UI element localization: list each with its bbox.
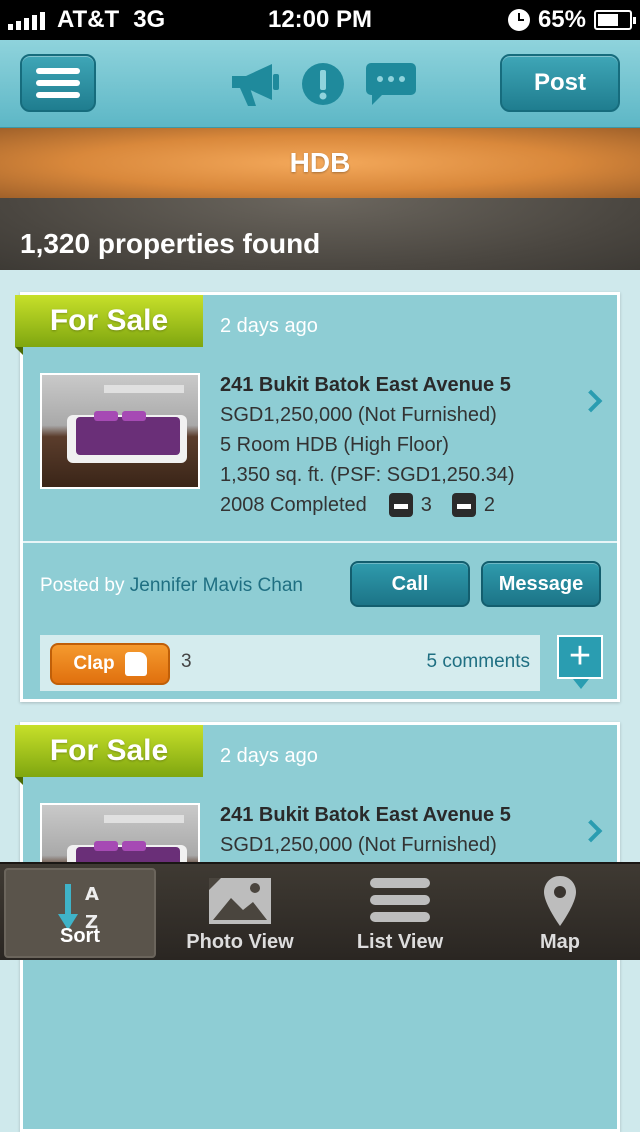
listing-address: 241 Bukit Batok East Avenue 5 (220, 804, 511, 826)
status-ribbon: For Sale (15, 295, 203, 355)
posted-by-label: Posted by (40, 575, 125, 596)
svg-text:A: A (85, 884, 99, 905)
tab-label: Photo View (186, 931, 294, 953)
tab-label: List View (356, 931, 444, 953)
listing-card[interactable]: For Sale 2 days ago 241 Bukit Batok East… (15, 292, 620, 702)
alarm-clock-icon (507, 9, 530, 31)
map-pin-icon (544, 876, 576, 926)
megaphone-icon[interactable] (226, 60, 282, 108)
listing-address: 241 Bukit Batok East Avenue 5 (220, 374, 511, 396)
status-bar: AT&T 3G 12:00 PM 65% (0, 0, 640, 40)
bathroom-count: 2 (483, 494, 496, 516)
nav-bar: Post (0, 40, 640, 128)
listing-type: 5 Room HDB (High Floor) (220, 434, 449, 456)
thumbs-up-icon (124, 652, 147, 676)
tab-photo-view[interactable]: Photo View (160, 864, 320, 962)
posted-by: Posted by Jennifer Mavis Chan (40, 575, 303, 597)
listing-price: SGD1,250,000 (Not Furnished) (220, 404, 497, 426)
list-icon (370, 878, 430, 922)
tab-label: Map (540, 931, 580, 953)
chat-icon[interactable] (364, 61, 418, 107)
tab-bar: A Z Sort Photo View List View Map (0, 862, 640, 960)
agent-name-link[interactable]: Jennifer Mavis Chan (130, 575, 303, 596)
menu-button[interactable] (20, 54, 96, 112)
status-ribbon: For Sale (15, 725, 203, 785)
comments-link[interactable]: 5 comments (427, 651, 530, 673)
tab-list-view[interactable]: List View (320, 864, 480, 962)
clap-count: 3 (181, 651, 192, 672)
add-comment-button[interactable]: + (557, 635, 603, 689)
results-count: 1,320 properties found (0, 198, 640, 270)
property-photo[interactable] (40, 373, 200, 489)
battery-icon (594, 10, 636, 30)
posted-ago: 2 days ago (220, 315, 318, 337)
chevron-right-icon[interactable] (579, 389, 603, 413)
clap-button[interactable]: Clap (50, 643, 170, 685)
posted-ago: 2 days ago (220, 745, 318, 767)
alert-icon[interactable] (300, 61, 346, 107)
listing-price: SGD1,250,000 (Not Furnished) (220, 834, 497, 856)
message-button[interactable]: Message (481, 561, 601, 607)
engagement-bar: Clap 3 5 comments (40, 635, 540, 691)
tab-map[interactable]: Map (480, 864, 640, 962)
battery-percent: 65% (537, 6, 586, 33)
tab-sort[interactable]: A Z Sort (4, 868, 156, 958)
photo-icon (209, 878, 271, 924)
call-button[interactable]: Call (350, 561, 470, 607)
post-button[interactable]: Post (500, 54, 620, 112)
listing-size: 1,350 sq. ft. (PSF: SGD1,250.34) (220, 464, 515, 486)
tab-label: Sort (60, 925, 100, 947)
bedroom-count: 3 (420, 494, 432, 516)
clap-label: Clap (73, 653, 115, 674)
listing-details: 241 Bukit Batok East Avenue 5 SGD1,250,0… (220, 800, 511, 860)
bath-icon (451, 493, 476, 517)
divider (23, 541, 617, 543)
bed-icon (388, 493, 413, 517)
category-title: HDB (0, 128, 640, 198)
chevron-right-icon[interactable] (579, 819, 603, 843)
listing-details: 241 Bukit Batok East Avenue 5 SGD1,250,0… (220, 370, 515, 520)
listing-completed: 2008 Completed (220, 494, 367, 516)
